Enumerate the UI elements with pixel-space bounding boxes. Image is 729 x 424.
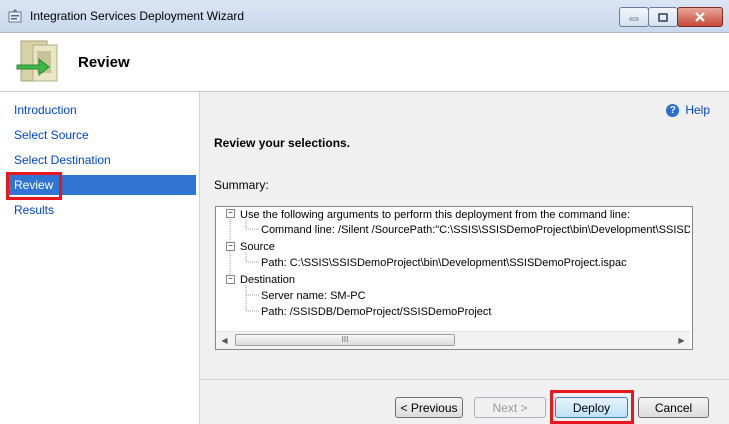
window-title: Integration Services Deployment Wizard [30, 9, 245, 23]
scroll-left-icon[interactable]: ◀ [216, 332, 233, 349]
scroll-thumb[interactable]: III [235, 334, 455, 346]
summary-tree-content: − Use the following arguments to perform… [216, 207, 690, 329]
summary-tree[interactable]: − Use the following arguments to perform… [215, 206, 693, 350]
minimize-icon [629, 17, 639, 21]
window-controls [619, 7, 723, 27]
sidebar-item-introduction[interactable]: Introduction [6, 100, 196, 120]
app-icon [8, 9, 22, 23]
deployment-wizard-icon [16, 40, 58, 82]
collapse-icon[interactable]: − [226, 242, 235, 251]
review-highlight-box [6, 172, 62, 200]
close-button[interactable] [677, 7, 723, 27]
wizard-window: Integration Services Deployment Wizard R… [0, 0, 729, 424]
deploy-highlight-box [550, 390, 634, 424]
review-heading: Review your selections. [214, 136, 351, 150]
minimize-button[interactable] [619, 7, 649, 27]
horizontal-scrollbar[interactable]: ◀ III ▶ [216, 331, 690, 349]
tree-node-command-line: Command line: /Silent /SourcePath:"C:\SS… [261, 224, 690, 236]
wizard-sidebar: Introduction Select Source Select Destin… [0, 92, 199, 424]
summary-label: Summary: [214, 178, 269, 192]
help-label: Help [685, 103, 710, 117]
sidebar-item-results[interactable]: Results [6, 200, 196, 220]
tree-node-source: Source [240, 241, 275, 253]
footer-divider [200, 379, 729, 380]
collapse-icon[interactable]: − [226, 209, 235, 218]
tree-node-destination-path: Path: /SSISDB/DemoProject/SSISDemoProjec… [261, 306, 492, 318]
next-button[interactable]: Next > [474, 397, 546, 418]
maximize-icon [658, 12, 668, 22]
tree-node-source-path: Path: C:\SSIS\SSISDemoProject\bin\Develo… [261, 257, 627, 269]
page-title: Review [78, 54, 130, 71]
maximize-button[interactable] [648, 7, 678, 27]
cancel-button[interactable]: Cancel [638, 397, 709, 418]
sidebar-item-select-destination[interactable]: Select Destination [6, 150, 196, 170]
wizard-header: Review [0, 33, 729, 92]
title-bar: Integration Services Deployment Wizard [0, 0, 729, 33]
scroll-right-icon[interactable]: ▶ [673, 332, 690, 349]
previous-button[interactable]: < Previous [395, 397, 463, 418]
help-link[interactable]: ? Help [666, 103, 710, 117]
close-icon [695, 12, 705, 22]
sidebar-item-select-source[interactable]: Select Source [6, 125, 196, 145]
tree-node-server-name: Server name: SM-PC [261, 290, 366, 302]
tree-node-destination: Destination [240, 274, 296, 286]
tree-node-arguments: Use the following arguments to perform t… [240, 209, 631, 221]
help-icon: ? [666, 103, 680, 117]
review-panel: ? Help Review your selections. Summary: [199, 92, 729, 424]
collapse-icon[interactable]: − [226, 275, 235, 284]
